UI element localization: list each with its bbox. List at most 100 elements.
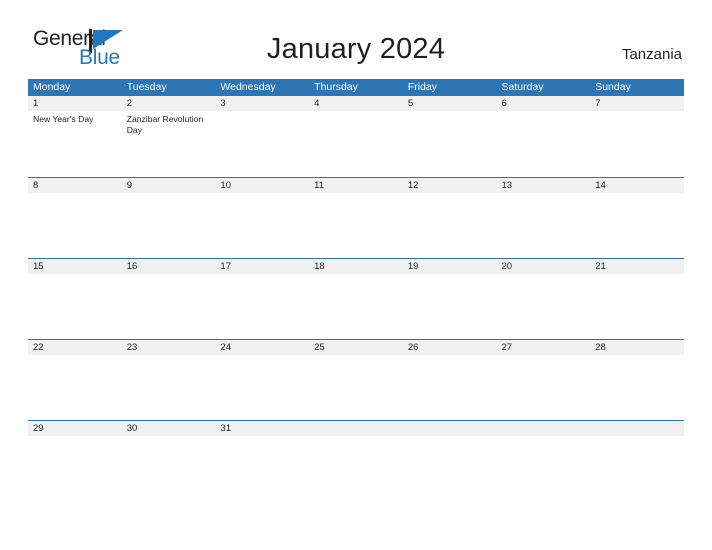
day-cell[interactable] xyxy=(590,436,684,502)
day-cell[interactable] xyxy=(309,436,403,502)
events-band xyxy=(28,193,684,259)
date-number-10[interactable]: 10 xyxy=(215,178,309,193)
day-cell[interactable] xyxy=(590,274,684,340)
date-number-14[interactable]: 14 xyxy=(590,178,684,193)
day-cell[interactable] xyxy=(122,193,216,259)
date-number-12[interactable]: 12 xyxy=(403,178,497,193)
date-number-band: 15 16 17 18 19 20 21 xyxy=(28,258,684,274)
day-cell[interactable] xyxy=(215,111,309,177)
date-number-empty xyxy=(403,421,497,436)
day-cell[interactable] xyxy=(28,355,122,421)
day-cell[interactable] xyxy=(590,111,684,177)
calendar-weeks: 1 2 3 4 5 6 7 New Year's Day Zanzibar Revolution… xyxy=(28,96,684,501)
day-cell[interactable] xyxy=(122,274,216,340)
day-cell[interactable] xyxy=(497,274,591,340)
date-number-band: 1234567 xyxy=(28,96,684,111)
day-cell[interactable] xyxy=(403,274,497,340)
events-band xyxy=(28,355,684,421)
date-number-1[interactable]: 1 xyxy=(28,96,122,111)
page-header: General Blue January 2024 Tanzania xyxy=(0,0,712,78)
date-number-27[interactable]: 27 xyxy=(497,340,591,355)
day-cell[interactable] xyxy=(309,193,403,259)
date-number-11[interactable]: 11 xyxy=(309,178,403,193)
day-cell[interactable] xyxy=(403,111,497,177)
region-label: Tanzania xyxy=(621,46,682,63)
calendar-week-row: 15 16 17 18 19 20 21 xyxy=(28,258,684,339)
day-cell[interactable] xyxy=(122,355,216,421)
date-number-9[interactable]: 9 xyxy=(122,178,216,193)
weekday-header-wednesday: Wednesday xyxy=(220,81,276,93)
weekday-header-saturday: Saturday xyxy=(501,81,544,93)
day-cell[interactable] xyxy=(215,274,309,340)
event-label: Zanzibar Revolution Day xyxy=(126,114,204,135)
day-cell[interactable] xyxy=(28,436,122,502)
date-number-16[interactable]: 16 xyxy=(122,259,216,274)
date-number-25[interactable]: 25 xyxy=(309,340,403,355)
date-number-17[interactable]: 17 xyxy=(215,259,309,274)
events-band xyxy=(28,274,684,340)
day-cell[interactable]: Zanzibar Revolution Day xyxy=(122,111,216,177)
date-number-5[interactable]: 5 xyxy=(403,96,497,111)
day-cell[interactable]: New Year's Day xyxy=(28,111,122,177)
day-cell[interactable] xyxy=(497,111,591,177)
date-number-3[interactable]: 3 xyxy=(215,96,309,111)
day-cell[interactable] xyxy=(590,355,684,421)
date-number-15[interactable]: 15 xyxy=(28,259,122,274)
weekday-header-monday: Monday xyxy=(33,81,71,93)
weekday-header-friday: Friday xyxy=(407,81,437,93)
calendar-page: General Blue January 2024 Tanzania Monda… xyxy=(0,0,712,550)
day-cell[interactable] xyxy=(497,355,591,421)
date-number-band: 22 23 24 25 26 27 28 xyxy=(28,339,684,355)
date-number-7[interactable]: 7 xyxy=(590,96,684,111)
day-cell[interactable] xyxy=(309,355,403,421)
date-number-19[interactable]: 19 xyxy=(403,259,497,274)
date-number-29[interactable]: 29 xyxy=(28,421,122,436)
day-cell[interactable] xyxy=(497,436,591,502)
date-number-18[interactable]: 18 xyxy=(309,259,403,274)
date-number-empty xyxy=(309,421,403,436)
weekday-header-tuesday: Tuesday xyxy=(126,81,167,93)
date-number-empty xyxy=(497,421,591,436)
day-cell[interactable] xyxy=(590,193,684,259)
weekday-header-sunday: Sunday xyxy=(595,81,631,93)
page-title: January 2024 xyxy=(266,33,446,65)
weekday-header-row: Monday Tuesday Wednesday Thursday Friday Satu… xyxy=(28,79,684,96)
day-cell[interactable] xyxy=(403,436,497,502)
date-number-band: 29 30 31 xyxy=(28,420,684,436)
day-cell[interactable] xyxy=(403,193,497,259)
day-cell[interactable] xyxy=(309,111,403,177)
calendar-week-row: 8 9 10 11 12 13 14 xyxy=(28,177,684,258)
day-cell[interactable] xyxy=(122,436,216,502)
date-number-23[interactable]: 23 xyxy=(122,340,216,355)
calendar-week-row: 1 2 3 4 5 6 7 New Year's Day Zanzibar Revolution… xyxy=(28,96,684,177)
date-number-24[interactable]: 24 xyxy=(215,340,309,355)
day-cell[interactable] xyxy=(28,193,122,259)
day-cell[interactable] xyxy=(215,193,309,259)
events-band: New Year's Day Zanzibar Revolution Day xyxy=(28,111,684,177)
date-number-26[interactable]: 26 xyxy=(403,340,497,355)
day-cell[interactable] xyxy=(215,355,309,421)
day-cell[interactable] xyxy=(309,274,403,340)
calendar-grid: Monday Tuesday Wednesday Thursday Friday Satu… xyxy=(28,79,684,501)
date-number-13[interactable]: 13 xyxy=(497,178,591,193)
day-cell[interactable] xyxy=(215,436,309,502)
day-cell[interactable] xyxy=(403,355,497,421)
date-number-4[interactable]: 4 xyxy=(309,96,403,111)
date-number-21[interactable]: 21 xyxy=(590,259,684,274)
date-number-20[interactable]: 20 xyxy=(497,259,591,274)
date-number-28[interactable]: 28 xyxy=(590,340,684,355)
date-number-6[interactable]: 6 xyxy=(497,96,591,111)
calendar-week-row: 29 30 31 xyxy=(28,420,684,501)
calendar-week-row: 22 23 24 25 26 27 28 xyxy=(28,339,684,420)
date-number-band: 8 9 10 11 12 13 14 xyxy=(28,177,684,193)
event-label: New Year's Day xyxy=(33,114,94,124)
date-number-8[interactable]: 8 xyxy=(28,178,122,193)
date-number-22[interactable]: 22 xyxy=(28,340,122,355)
date-number-31[interactable]: 31 xyxy=(215,421,309,436)
date-number-2[interactable]: 2 xyxy=(122,96,216,111)
events-band xyxy=(28,436,684,502)
day-cell[interactable] xyxy=(497,193,591,259)
date-number-empty xyxy=(590,421,684,436)
date-number-30[interactable]: 30 xyxy=(122,421,216,436)
day-cell[interactable] xyxy=(28,274,122,340)
